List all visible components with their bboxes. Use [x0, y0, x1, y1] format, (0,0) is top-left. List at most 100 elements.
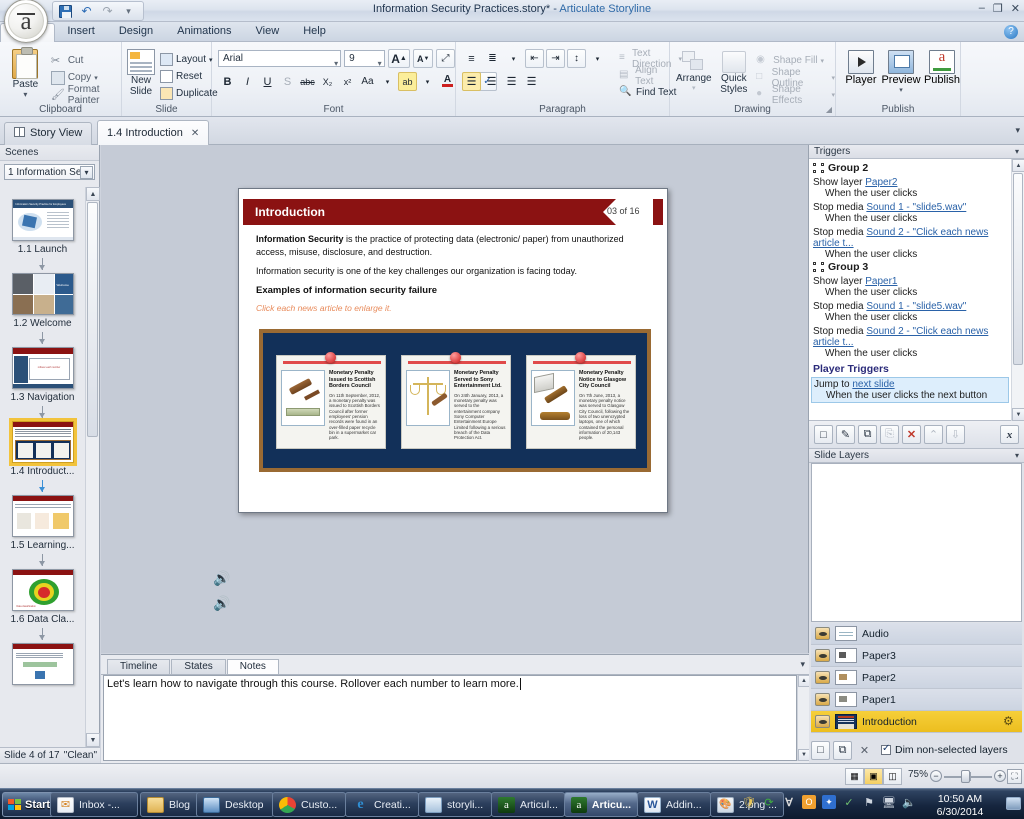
- presenter-view-icon[interactable]: ◫: [883, 768, 902, 785]
- format-painter-button[interactable]: 🖌 Format Painter: [51, 84, 121, 106]
- layer-row-paper2[interactable]: Paper2: [811, 667, 1022, 689]
- move-up-button[interactable]: ⌃: [924, 425, 943, 444]
- cut-button[interactable]: ✂ Cut: [51, 52, 121, 69]
- slide-thumbnail[interactable]: rollover each number: [11, 347, 74, 389]
- bold-button[interactable]: B: [218, 72, 237, 91]
- numbering-dropdown-arrow[interactable]: ▾: [504, 49, 523, 68]
- list-item[interactable]: 1.5 Learning...: [0, 495, 85, 551]
- scrollbar-thumb[interactable]: [87, 202, 98, 437]
- justify-icon[interactable]: ☰: [522, 72, 541, 91]
- taskbar-item-articulate-1[interactable]: a Articul...: [491, 792, 565, 817]
- ribbon-tab-design[interactable]: Design: [107, 22, 165, 42]
- checkbox-icon[interactable]: [881, 743, 891, 755]
- taskbar-item-articulate-2[interactable]: a Articu...: [564, 792, 638, 817]
- font-size-combo[interactable]: 9 ▾: [344, 50, 385, 68]
- application-menu-orb[interactable]: a: [4, 0, 48, 43]
- copy-trigger-button[interactable]: ⧉: [858, 425, 877, 444]
- news-articles-container[interactable]: Monetary Penalty Issued to Scottish Bord…: [259, 329, 651, 472]
- trigger-target-link[interactable]: Paper2: [865, 177, 897, 188]
- move-down-button[interactable]: ⇩: [946, 425, 965, 444]
- trigger-target-link[interactable]: next slide: [852, 379, 894, 390]
- tab-slide-introduction[interactable]: 1.4 Introduction ✕: [97, 120, 210, 145]
- chevron-down-icon[interactable]: ▾: [1015, 145, 1019, 159]
- news-card[interactable]: Monetary Penalty Issued to Scottish Bord…: [276, 352, 386, 449]
- slide-stage[interactable]: Introduction 03 of 16 Information Securi…: [238, 188, 668, 513]
- speaker-icon[interactable]: 🔊: [213, 570, 230, 586]
- save-icon[interactable]: [57, 3, 74, 20]
- gear-icon[interactable]: ⚙: [1003, 715, 1016, 728]
- subscript-button[interactable]: X₂: [318, 72, 337, 91]
- orange-o-icon[interactable]: O: [802, 795, 816, 809]
- scene-selector-dropdown[interactable]: 1 Information Se... ▾: [4, 164, 95, 180]
- undo-icon[interactable]: ↶: [78, 3, 95, 20]
- trigger-action[interactable]: Stop media Sound 1 - "slide5.wav": [813, 301, 1011, 312]
- trigger-target-link[interactable]: Paper1: [865, 276, 897, 287]
- trigger-action[interactable]: Show layer Paper1: [813, 276, 1011, 287]
- redo-icon[interactable]: ↷: [99, 3, 116, 20]
- shape-effects-dropdown-arrow[interactable]: ▾: [831, 91, 835, 99]
- new-trigger-button[interactable]: □: [814, 425, 833, 444]
- taskbar-item-outlook[interactable]: ✉ Inbox -...: [50, 792, 138, 817]
- taskbar-item-desktop[interactable]: Desktop: [196, 792, 274, 817]
- bullet-list-icon[interactable]: ≡: [462, 49, 481, 68]
- increase-indent-icon[interactable]: ⇥: [546, 49, 565, 68]
- align-center-icon[interactable]: ☰: [482, 72, 501, 91]
- check-icon[interactable]: ✓: [842, 795, 856, 809]
- slide-thumbnail[interactable]: Welcome: [11, 273, 74, 315]
- slide-thumbnail[interactable]: Data classification: [11, 569, 74, 611]
- align-right-icon[interactable]: ☰: [502, 72, 521, 91]
- decrease-indent-icon[interactable]: ⇤: [525, 49, 544, 68]
- duplicate-layer-button[interactable]: ⧉: [833, 740, 852, 760]
- triggers-panel[interactable]: Group 2 Show layer Paper2 When the user …: [809, 159, 1024, 421]
- layout-button[interactable]: Layout ▾: [160, 51, 218, 68]
- tab-overflow-chevron-icon[interactable]: ▾: [1015, 125, 1020, 136]
- news-card[interactable]: Monetary Penalty Served to Sony Entertai…: [401, 352, 511, 449]
- slide-thumbnail[interactable]: [11, 643, 74, 685]
- numbered-list-icon[interactable]: ≣: [483, 49, 502, 68]
- arrange-button[interactable]: Arrange ▾: [676, 51, 712, 102]
- highlight-icon[interactable]: ab: [398, 72, 417, 91]
- align-left-icon[interactable]: ☰: [462, 72, 481, 91]
- eye-icon[interactable]: [815, 693, 830, 706]
- shape-outline-dropdown-arrow[interactable]: ▾: [831, 74, 835, 82]
- superscript-button[interactable]: x²: [338, 72, 357, 91]
- notes-textarea[interactable]: Let's learn how to navigate through this…: [103, 675, 797, 761]
- list-item[interactable]: Data classification 1.6 Data Cla...: [0, 569, 85, 625]
- trigger-action[interactable]: Show layer Paper2: [813, 177, 1011, 188]
- drawing-dialog-launcher-icon[interactable]: ◢: [826, 105, 832, 114]
- scroll-down-icon[interactable]: ▼: [1012, 408, 1024, 421]
- network-icon[interactable]: 🖥: [882, 795, 896, 809]
- taskbar-item-word[interactable]: W Addin...: [637, 792, 711, 817]
- preview-button[interactable]: Preview ▾: [881, 50, 921, 102]
- change-case-button[interactable]: Aa: [358, 72, 377, 91]
- blue-star-icon[interactable]: ✦: [822, 795, 836, 809]
- flag-icon[interactable]: ⚑: [862, 795, 876, 809]
- shape-fill-dropdown-arrow[interactable]: ▾: [821, 57, 825, 65]
- change-case-dropdown-arrow[interactable]: ▾: [378, 72, 397, 91]
- news-card[interactable]: Monetary Penalty Notice to Glasgow City …: [526, 352, 636, 449]
- highlight-dropdown-arrow[interactable]: ▾: [418, 72, 437, 91]
- font-family-combo[interactable]: Arial ▾: [218, 50, 342, 68]
- customize-qat-icon[interactable]: ▾: [120, 3, 137, 20]
- paste-dropdown-arrow[interactable]: ▾: [23, 90, 27, 99]
- normal-view-icon[interactable]: ▦: [845, 768, 864, 785]
- quick-styles-button[interactable]: Quick Styles: [717, 51, 752, 102]
- list-item[interactable]: 1.4 Introduct...: [0, 418, 85, 477]
- publish-button[interactable]: Publish: [924, 49, 960, 102]
- shadow-button[interactable]: S: [278, 72, 297, 91]
- slide-thumbnail[interactable]: Information Security Practice for Employ…: [11, 199, 74, 241]
- shrink-font-button[interactable]: A ▼: [413, 49, 433, 68]
- trigger-target-link[interactable]: Sound 1 - "slide5.wav": [866, 301, 966, 312]
- zoom-in-button[interactable]: +: [994, 770, 1006, 782]
- layer-row-paper3[interactable]: Paper3: [811, 645, 1022, 667]
- tab-states[interactable]: States: [171, 659, 226, 674]
- tab-notes[interactable]: Notes: [226, 659, 279, 674]
- delete-lay er-button[interactable]: ✕: [855, 741, 874, 760]
- volume-icon[interactable]: 🔈: [902, 795, 916, 809]
- zoom-out-button[interactable]: −: [930, 770, 942, 782]
- scroll-up-icon[interactable]: ▲: [1012, 159, 1024, 172]
- variables-button[interactable]: x: [1000, 425, 1019, 444]
- edit-trigger-button[interactable]: ✎: [836, 425, 855, 444]
- dim-non-selected-layers-checkbox[interactable]: Dim non-selected layers: [881, 743, 1008, 756]
- notes-scrollbar[interactable]: ▲ ▼: [797, 675, 810, 761]
